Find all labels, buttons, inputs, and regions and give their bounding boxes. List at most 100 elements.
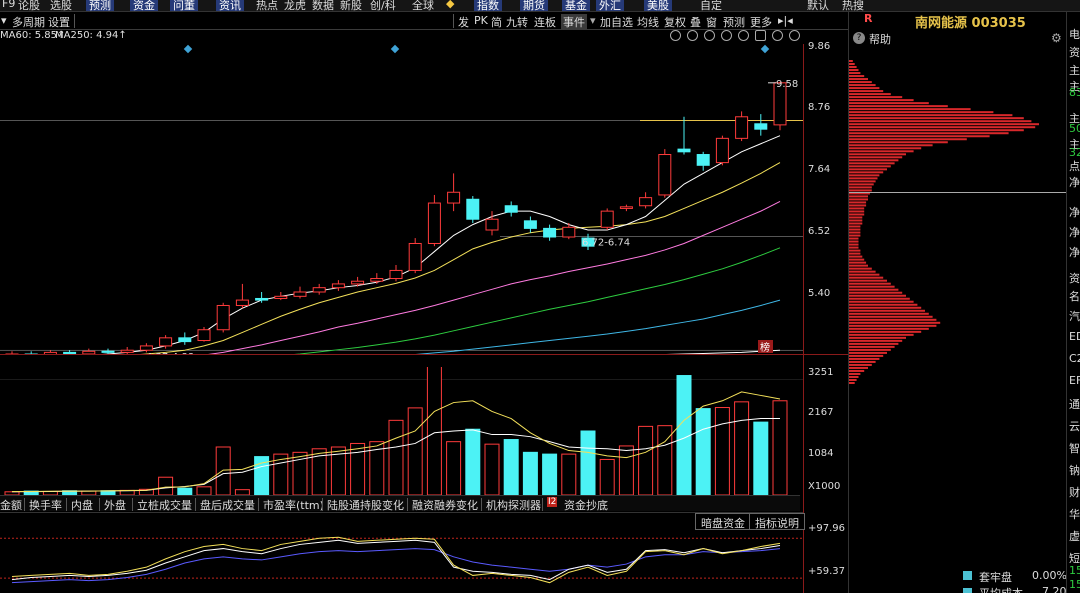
chip-bar	[849, 60, 853, 63]
tab-margin[interactable]: 融资融券变化	[412, 497, 478, 513]
settings-button[interactable]: 设置	[48, 14, 70, 30]
candle-body	[351, 280, 365, 285]
tool-button[interactable]: 均线	[637, 14, 659, 30]
diamond-icon[interactable]: ◆	[446, 0, 454, 10]
help-icon[interactable]: ?	[853, 32, 865, 44]
chip-bar	[849, 270, 876, 273]
tool-button[interactable]: 窗	[706, 14, 717, 30]
chip-bar	[849, 312, 929, 315]
chip-bar	[849, 363, 872, 366]
candle-body	[677, 148, 691, 153]
hand-icon[interactable]	[738, 30, 749, 41]
indicator-tick-label: +97.96	[808, 523, 846, 534]
menu-item[interactable]: 美股	[644, 0, 672, 11]
indicator-help-button[interactable]: 指标说明	[749, 513, 805, 530]
menu-item[interactable]: 数据	[312, 0, 334, 11]
eye-icon[interactable]	[704, 30, 715, 41]
chip-bar	[849, 63, 855, 66]
menu-item[interactable]: 创/科	[370, 0, 396, 11]
chip-bar	[849, 231, 861, 234]
chip-bar	[849, 327, 929, 330]
toggle-icon[interactable]: ▾	[1, 14, 7, 27]
menu-item[interactable]: 指数	[474, 0, 502, 11]
tool-button[interactable]: 事件	[561, 14, 587, 30]
chip-bar	[849, 228, 861, 231]
volume-bar	[407, 407, 423, 495]
tool-button[interactable]: 简	[491, 14, 502, 30]
chip-bar	[849, 135, 990, 138]
tool-button[interactable]: 叠	[690, 14, 701, 30]
menu-item[interactable]: 问董	[170, 0, 198, 11]
chip-bar	[849, 279, 887, 282]
dark-money-button[interactable]: 暗盘资金	[695, 513, 751, 530]
menu-item[interactable]: 论股	[18, 0, 40, 11]
volume-bar	[772, 400, 788, 495]
tool-button[interactable]: 加自选	[600, 14, 633, 30]
candle-body	[408, 242, 422, 271]
tab-pe-ttm[interactable]: 市盈率(ttm)	[263, 497, 324, 513]
edge-label: 虚	[1069, 530, 1080, 543]
trapped-value: 0.00%	[1032, 569, 1067, 582]
menu-item[interactable]: 热搜	[842, 0, 864, 11]
menu-item[interactable]: 龙虎	[284, 0, 306, 11]
menu-item[interactable]: 默认	[807, 0, 829, 11]
menu-item[interactable]: 新股	[340, 0, 362, 11]
candle-body	[235, 299, 249, 306]
divider	[322, 498, 323, 511]
multi-period-button[interactable]: 多周期	[12, 14, 45, 30]
menu-item[interactable]: 外汇	[596, 0, 624, 11]
candle-body	[370, 278, 384, 282]
event-marker	[760, 44, 770, 54]
minus-icon[interactable]	[789, 30, 800, 41]
lock-icon[interactable]	[721, 30, 732, 41]
ma250-label: MA250: 4.94↑	[55, 30, 127, 41]
settings-icon[interactable]	[670, 30, 681, 41]
menu-item[interactable]: 基金	[562, 0, 590, 11]
indicator-yellow-line	[11, 536, 781, 584]
tab-outer[interactable]: 外盘	[104, 497, 126, 513]
tool-button[interactable]: 发	[458, 14, 469, 30]
menu-item[interactable]: 资讯	[216, 0, 244, 11]
menu-item[interactable]: 期货	[520, 0, 548, 11]
gear-icon[interactable]: ⚙	[1051, 31, 1062, 45]
tab-after-hours[interactable]: 盘后成交量	[200, 497, 255, 513]
menu-item[interactable]: 资金	[130, 0, 158, 11]
tab-northbound[interactable]: 陆股通持股变化	[327, 497, 404, 513]
tab-bottom-fishing[interactable]: 资金抄底	[564, 497, 608, 513]
collapse-arrow-icon[interactable]: ▸|◂	[778, 14, 793, 27]
chip-bar	[849, 108, 971, 111]
tool-button[interactable]: PK	[474, 14, 488, 27]
lock-icon[interactable]	[755, 30, 766, 41]
chip-bar	[849, 114, 1013, 117]
divider	[0, 512, 803, 513]
tool-button[interactable]: 更多	[750, 14, 772, 30]
tool-button[interactable]: 预测	[723, 14, 745, 30]
tab-institution[interactable]: 机构探测器	[486, 497, 541, 513]
tab-badge: I2	[547, 497, 558, 507]
tool-button[interactable]: 九转	[506, 14, 528, 30]
chip-bar	[849, 285, 895, 288]
volume-bar	[522, 451, 538, 495]
plus-icon[interactable]	[772, 30, 783, 41]
f9-key[interactable]: F9	[2, 0, 15, 10]
tab-turnover[interactable]: 换手率	[29, 497, 62, 513]
tab-inner[interactable]: 内盘	[71, 497, 93, 513]
volume-bar	[484, 443, 500, 495]
menu-item[interactable]: 预测	[86, 0, 114, 11]
menu-item[interactable]: 选股	[50, 0, 72, 11]
menu-item[interactable]: 热点	[256, 0, 278, 11]
tool-button[interactable]: 复权	[664, 14, 686, 30]
chip-bar	[849, 288, 899, 291]
tool-button[interactable]: 连板	[534, 14, 556, 30]
indicator-chart	[0, 536, 803, 584]
menu-item[interactable]: 全球	[412, 0, 434, 11]
chevron-down-icon[interactable]: ▾	[590, 14, 596, 27]
help-label[interactable]: 帮助	[869, 31, 891, 47]
gear-icon[interactable]	[687, 30, 698, 41]
tab-pile-volume[interactable]: 立桩成交量	[137, 497, 192, 513]
menu-item[interactable]: 自定	[700, 0, 722, 11]
tab-amount[interactable]: 金额	[0, 497, 22, 513]
indicator-tick-label: +59.37	[808, 566, 846, 577]
range-annotation: 6.72-6.74	[582, 237, 630, 248]
chip-distribution-panel: R 南网能源 003035 ? 帮助 ⚙ 套牢盘 0.00% 平均成本 7.20	[848, 12, 1067, 593]
